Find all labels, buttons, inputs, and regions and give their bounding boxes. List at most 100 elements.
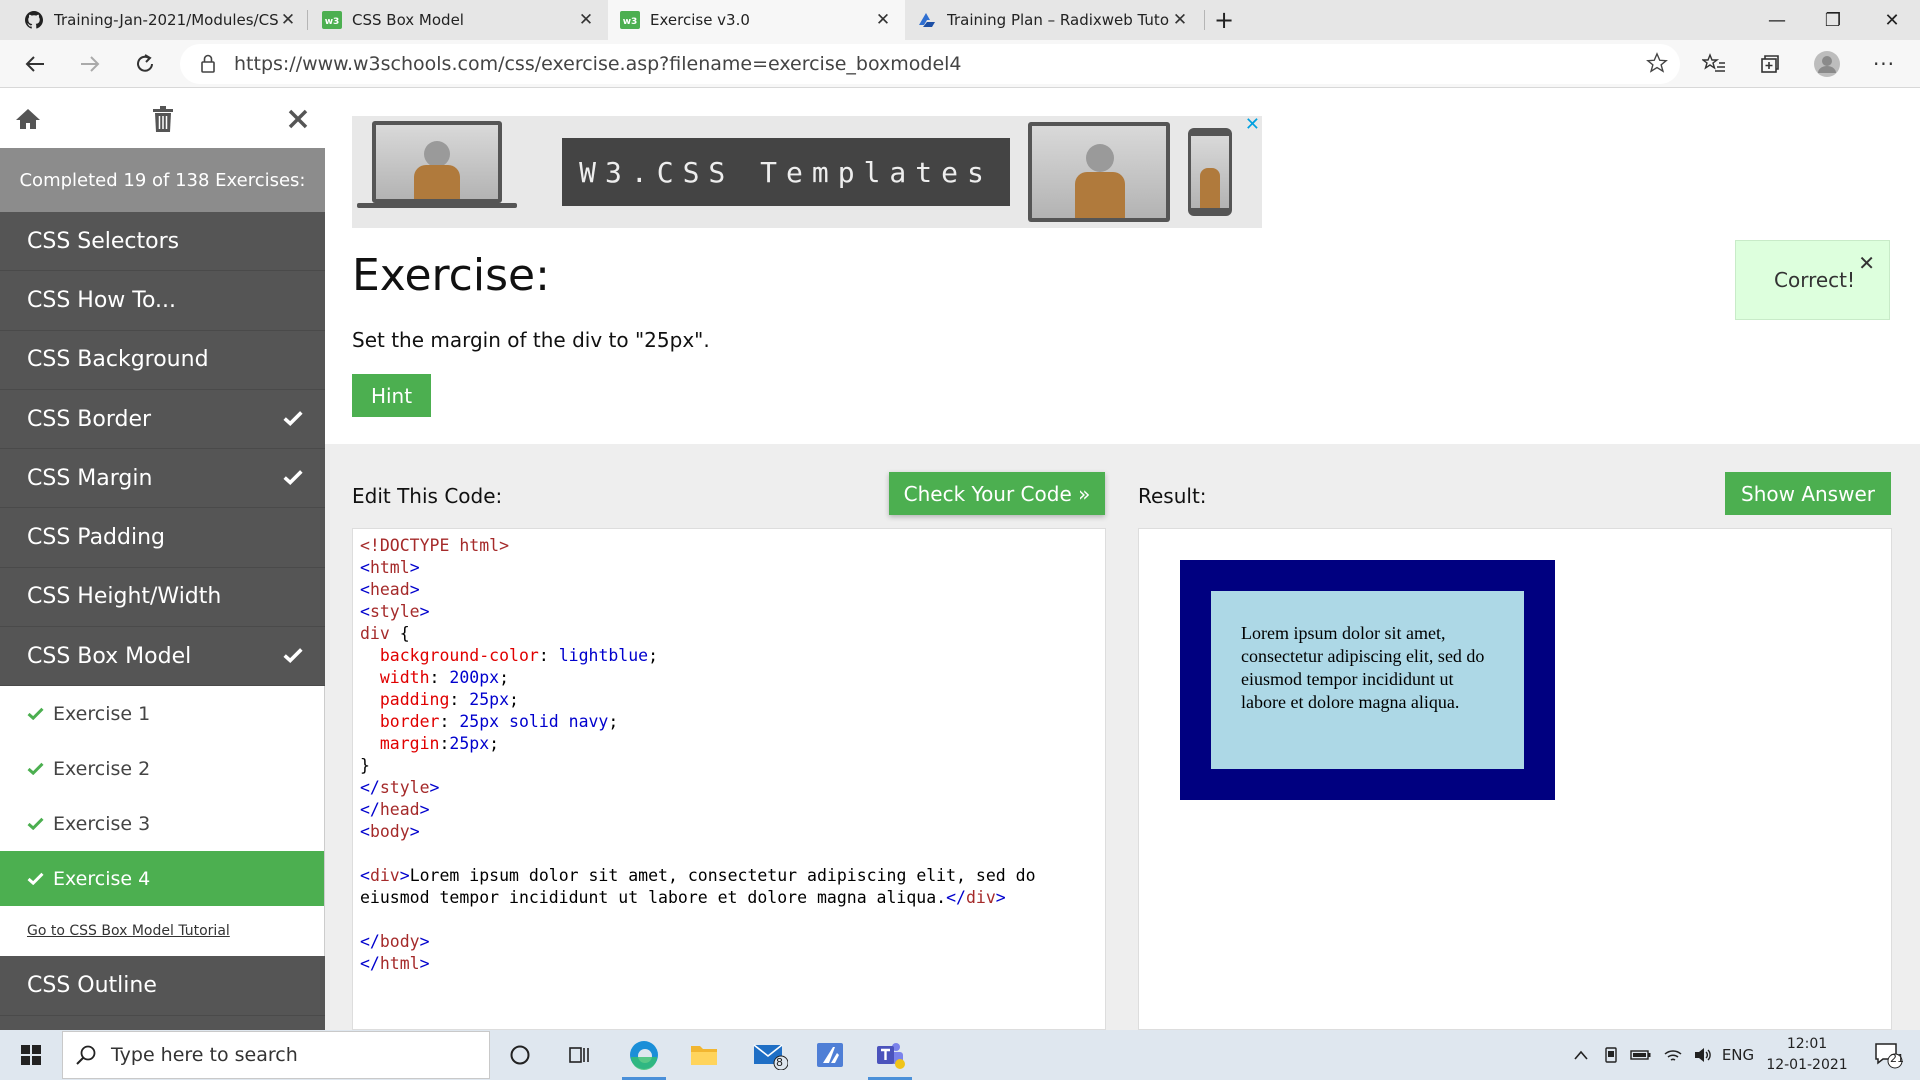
favorites-button[interactable] [1696,47,1732,81]
code-token: div [965,888,996,907]
collections-button[interactable] [1752,47,1788,81]
sidebar-category[interactable]: CSS Padding [0,508,325,568]
hint-button[interactable]: Hint [352,374,431,417]
teams-button[interactable] [862,1030,918,1080]
sidebar-category[interactable]: CSS Outline [0,956,325,1016]
code-token: > [419,800,430,819]
teams-icon [877,1043,905,1069]
refresh-button[interactable] [127,47,163,81]
device-icon[interactable] [1598,1030,1624,1080]
task-view-icon [569,1047,589,1063]
close-tab-icon[interactable]: ✕ [278,10,298,30]
profile-button[interactable] [1809,47,1845,81]
start-button[interactable] [0,1030,62,1080]
checkmark-icon [283,466,303,491]
search-icon [76,1045,96,1065]
code-token: { [389,624,410,643]
laptop-base [357,203,517,208]
exercise-workspace: Edit This Code: Check Your Code » Result… [325,444,1920,1030]
cortana-button[interactable] [492,1030,548,1080]
page-title: Exercise: [352,250,550,301]
forward-arrow-icon [81,56,100,72]
tab-github[interactable]: Training-Jan-2021/Modules/CSS ✕ [12,0,310,40]
w3schools-icon: w3 [620,10,640,30]
language-indicator[interactable]: ENG [1718,1030,1758,1080]
code-token: > [419,602,430,621]
edge-taskbar-button[interactable] [616,1030,672,1080]
mail-button[interactable]: 8 [742,1030,798,1080]
sidebar-category[interactable]: CSS Background [0,330,325,390]
code-line: eiusmod tempor incididunt ut labore et d… [360,887,1098,909]
code-token: html [379,954,420,973]
code-token: < [360,866,370,885]
code-line: <html> [360,557,1098,579]
sidebar-category[interactable]: CSS Height/Width [0,567,325,628]
sidebar-category[interactable]: CSS Box Model [0,627,325,687]
check-code-button[interactable]: Check Your Code » [889,472,1105,515]
code-line: background-color: lightblue; [360,645,1098,667]
battery-icon[interactable] [1626,1030,1656,1080]
wifi-icon[interactable] [1658,1030,1688,1080]
code-token: Lorem ipsum dolor sit amet, consectetur … [409,866,1036,885]
code-editor[interactable]: <!DOCTYPE html> <html> <head> <style> div { … [352,528,1106,1030]
window-close-button[interactable]: ✕ [1864,0,1920,40]
maximize-button[interactable]: ❐ [1805,0,1861,40]
exercise-header-area: W3.CSS Templates ✕ Exercise: Set the mar… [325,88,1920,444]
close-tab-icon[interactable]: ✕ [873,10,893,30]
taskbar-search[interactable]: Type here to search [62,1031,490,1079]
code-token: head [379,800,420,819]
sidebar-category[interactable]: CSS How To... [0,271,325,331]
show-answer-button[interactable]: Show Answer [1725,472,1891,515]
code-token: 25px [449,734,490,753]
file-explorer-button[interactable] [676,1030,732,1080]
w3schools-icon: w3 [322,10,342,30]
system-clock[interactable]: 12:01 12-01-2021 [1762,1034,1852,1076]
new-tab-button[interactable]: + [1196,0,1252,40]
code-token: eiusmod tempor incididunt ut labore et d… [360,888,947,907]
close-tab-icon[interactable]: ✕ [576,10,596,30]
correct-message: Correct! [1774,268,1856,292]
tab-training-plan[interactable]: Training Plan – Radixweb Tutoria ✕ [905,0,1202,40]
code-token: body [379,932,420,951]
exercise-item[interactable]: Exercise 1 [0,686,325,742]
close-icon[interactable] [283,105,313,133]
exercise-item[interactable]: Exercise 3 [0,796,325,852]
code-token: style [369,602,420,621]
notification-center-button[interactable]: 21 [1864,1030,1912,1080]
code-line: div { [360,623,1098,645]
checkmark-icon [27,872,44,886]
code-token: < [360,602,370,621]
back-button[interactable] [17,47,53,81]
volume-icon[interactable] [1688,1030,1718,1080]
exercise-item[interactable]: Exercise 4 [0,851,325,907]
tutorial-link[interactable]: Go to CSS Box Model Tutorial [0,906,325,957]
tab-exercise[interactable]: w3 Exercise v3.0 ✕ [608,0,905,40]
exercise-item[interactable]: Exercise 2 [0,741,325,797]
ad-close-icon[interactable]: ✕ [1245,114,1260,135]
code-token: ; [608,712,619,731]
more-menu-button[interactable]: ··· [1866,47,1902,81]
close-tab-icon[interactable]: ✕ [1170,10,1190,30]
task-view-button[interactable] [552,1030,608,1080]
code-line: <head> [360,579,1098,601]
category-list: CSS Outline [0,956,325,1016]
ad-banner[interactable]: W3.CSS Templates ✕ [352,114,1262,228]
close-icon[interactable]: ✕ [1858,251,1875,275]
windows-logo-icon [21,1045,41,1065]
favorite-star-icon[interactable] [1646,52,1668,78]
home-icon[interactable] [13,105,43,133]
sidebar-category[interactable]: CSS Selectors [0,212,325,272]
sidebar-toolbar [0,88,325,148]
sidebar-category[interactable]: CSS Border [0,389,325,450]
sidebar-category[interactable]: CSS Margin [0,449,325,509]
show-hidden-icons-button[interactable] [1568,1030,1594,1080]
azure-data-studio-button[interactable] [802,1030,858,1080]
minimize-button[interactable]: — [1749,0,1805,40]
code-token: : [538,646,559,665]
forward-button[interactable] [72,47,108,81]
address-bar[interactable]: https://www.w3schools.com/css/exercise.a… [180,44,1680,84]
trash-icon[interactable] [148,105,178,133]
tab-css-box-model[interactable]: w3 CSS Box Model ✕ [310,0,608,40]
